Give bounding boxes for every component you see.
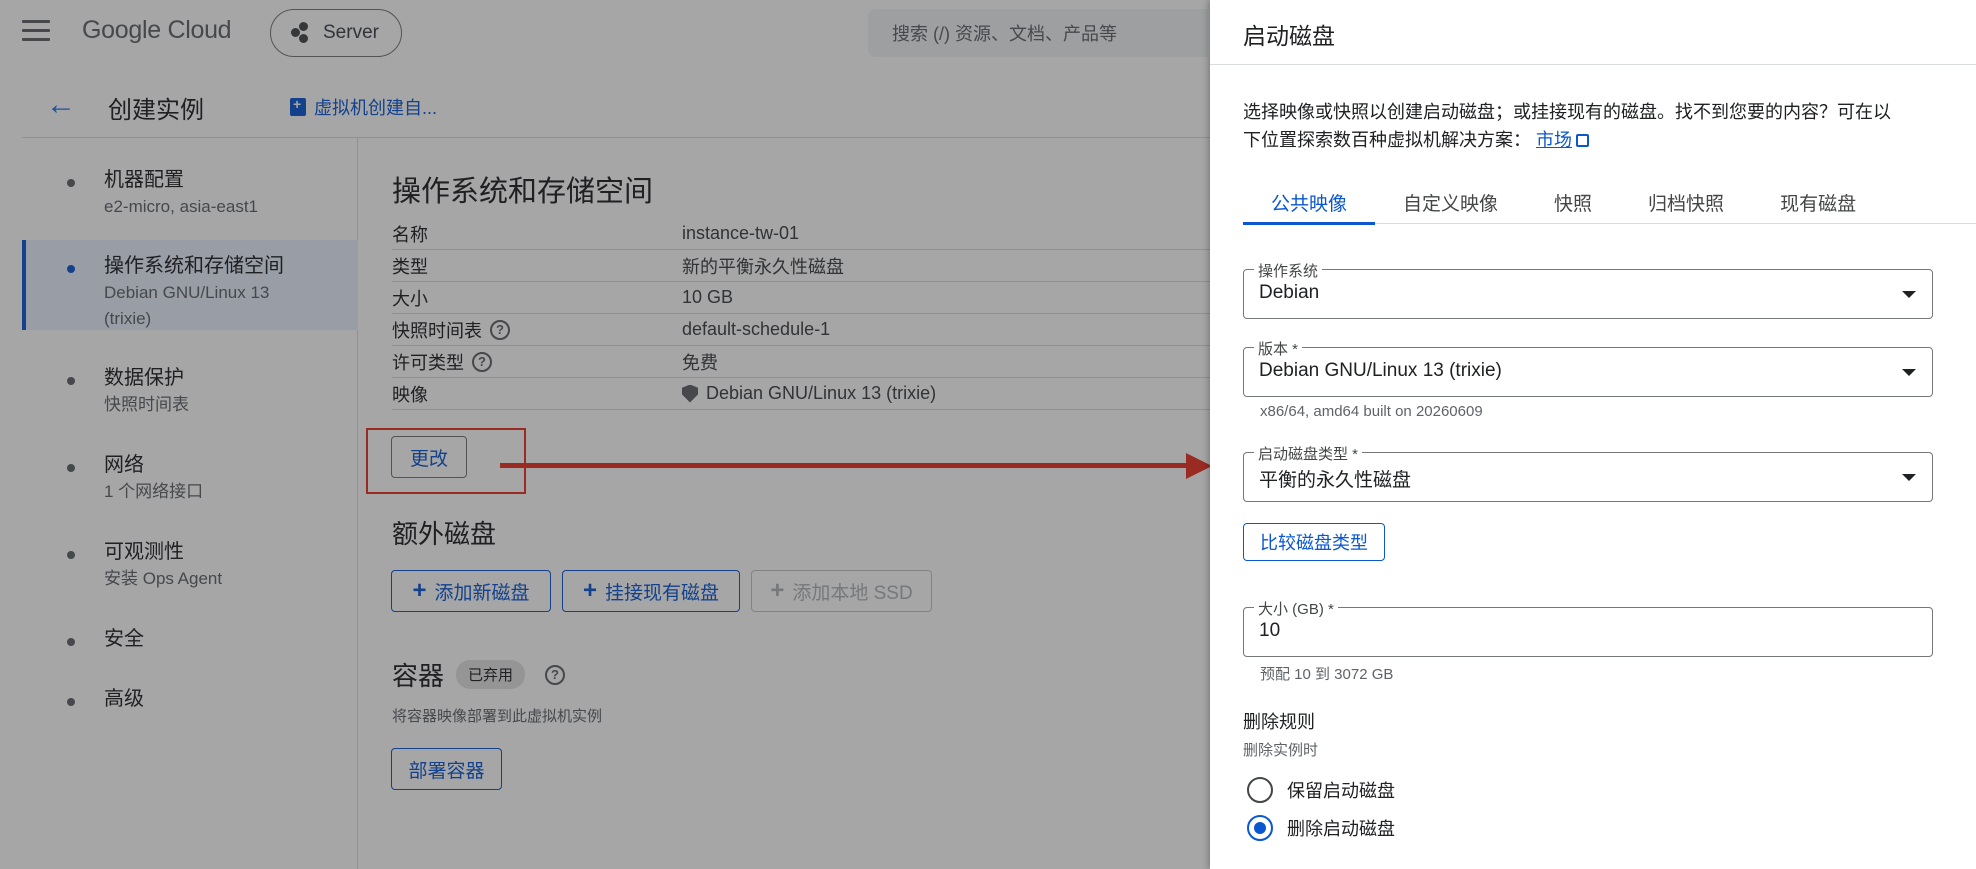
field-value: Debian GNU/Linux 13 (trixie) xyxy=(1259,360,1502,381)
description-line-1: 选择映像或快照以创建启动磁盘；或挂接现有的磁盘。找不到您要的内容？可在以 xyxy=(1243,102,1891,122)
tab-public-images[interactable]: 公共映像 xyxy=(1243,180,1376,225)
keep-boot-disk-option[interactable]: 保留启动磁盘 xyxy=(1247,777,1395,803)
radio-checked-icon[interactable] xyxy=(1247,815,1273,841)
tab-archive-snapshots[interactable]: 归档快照 xyxy=(1620,180,1752,224)
overlay-scrim[interactable] xyxy=(0,0,1210,869)
size-hint: 预配 10 到 3072 GB xyxy=(1260,666,1394,683)
open-in-new-icon xyxy=(1576,134,1590,147)
divider xyxy=(1210,64,1976,65)
dropdown-arrow-icon xyxy=(1902,474,1916,481)
option-label: 删除启动磁盘 xyxy=(1287,819,1395,839)
field-value: Debian xyxy=(1259,282,1320,303)
version-hint: x86/64, amd64 built on 20260609 xyxy=(1260,403,1483,420)
dropdown-arrow-icon xyxy=(1902,369,1916,376)
field-value: 平衡的永久性磁盘 xyxy=(1259,470,1412,491)
deletion-rule-subtitle: 删除实例时 xyxy=(1243,742,1319,759)
image-source-tabs: 公共映像 自定义映像 快照 归档快照 现有磁盘 xyxy=(1243,180,1976,225)
field-label: 版本 * xyxy=(1254,338,1303,359)
field-value: 10 xyxy=(1259,620,1281,641)
boot-disk-panel: 启动磁盘 选择映像或快照以创建启动磁盘；或挂接现有的磁盘。找不到您要的内容？可在… xyxy=(1210,0,1976,869)
boot-disk-type-select[interactable]: 启动磁盘类型 * 平衡的永久性磁盘 xyxy=(1243,443,1933,502)
version-select[interactable]: 版本 * Debian GNU/Linux 13 (trixie) xyxy=(1243,338,1933,397)
description-line-2: 下位置探索数百种虚拟机解决方案： 市场 xyxy=(1243,126,1943,154)
panel-description: 选择映像或快照以创建启动磁盘；或挂接现有的磁盘。找不到您要的内容？可在以 下位置… xyxy=(1243,98,1943,154)
dropdown-arrow-icon xyxy=(1902,291,1916,298)
delete-boot-disk-option[interactable]: 删除启动磁盘 xyxy=(1247,815,1395,841)
panel-title: 启动磁盘 xyxy=(1243,23,1335,49)
option-label: 保留启动磁盘 xyxy=(1287,781,1395,801)
tab-snapshots[interactable]: 快照 xyxy=(1526,180,1620,224)
field-label: 启动磁盘类型 * xyxy=(1254,443,1363,464)
tab-existing-disks[interactable]: 现有磁盘 xyxy=(1752,180,1884,224)
field-label: 大小 (GB) * xyxy=(1254,598,1338,619)
marketplace-link[interactable]: 市场 xyxy=(1536,130,1572,150)
radio-unchecked-icon[interactable] xyxy=(1247,777,1273,803)
tab-custom-images[interactable]: 自定义映像 xyxy=(1375,180,1526,224)
field-label: 操作系统 xyxy=(1254,260,1323,281)
description-text: 下位置探索数百种虚拟机解决方案： xyxy=(1243,130,1531,150)
size-input[interactable]: 大小 (GB) * 10 xyxy=(1243,598,1933,657)
deletion-rule-title: 删除规则 xyxy=(1243,712,1315,732)
os-select[interactable]: 操作系统 Debian xyxy=(1243,260,1933,319)
compare-disk-types-button[interactable]: 比较磁盘类型 xyxy=(1243,523,1385,561)
